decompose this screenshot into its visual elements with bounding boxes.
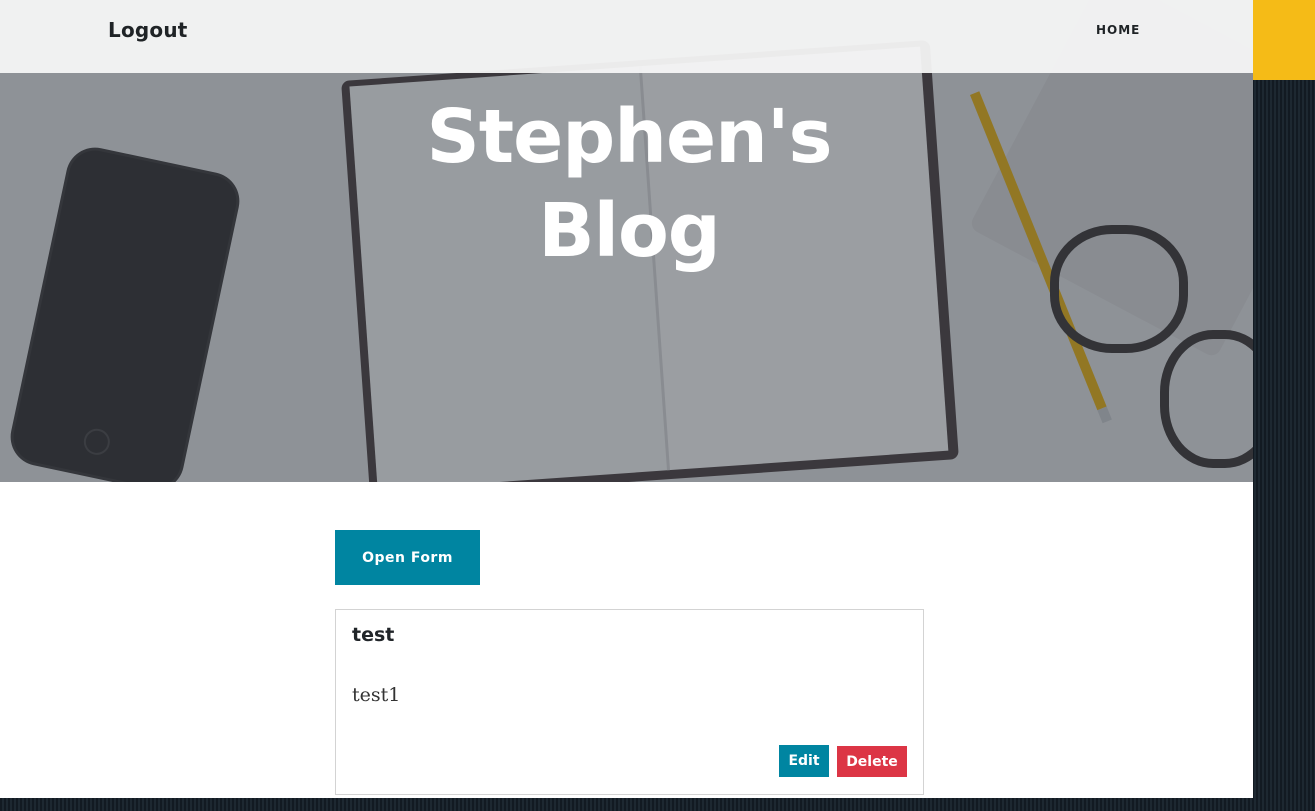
nav-link-home[interactable]: HOME	[1096, 23, 1140, 37]
navbar: Logout HOME	[0, 0, 1253, 73]
logout-link[interactable]: Logout	[108, 18, 188, 42]
page-title-line-2: Blog	[538, 188, 721, 274]
page: Stephen's Blog Logout HOME Open Form tes…	[0, 0, 1253, 798]
post-card: test test1 Edit Delete	[335, 609, 924, 795]
delete-post-button[interactable]: Delete	[837, 746, 907, 777]
accent-block	[1253, 0, 1315, 80]
post-body: test1	[352, 684, 401, 706]
page-title: Stephen's Blog	[0, 90, 1253, 278]
open-form-button[interactable]: Open Form	[335, 530, 480, 585]
post-title: test	[352, 624, 395, 646]
page-title-line-1: Stephen's	[426, 94, 832, 180]
edit-post-button[interactable]: Edit	[779, 745, 829, 777]
